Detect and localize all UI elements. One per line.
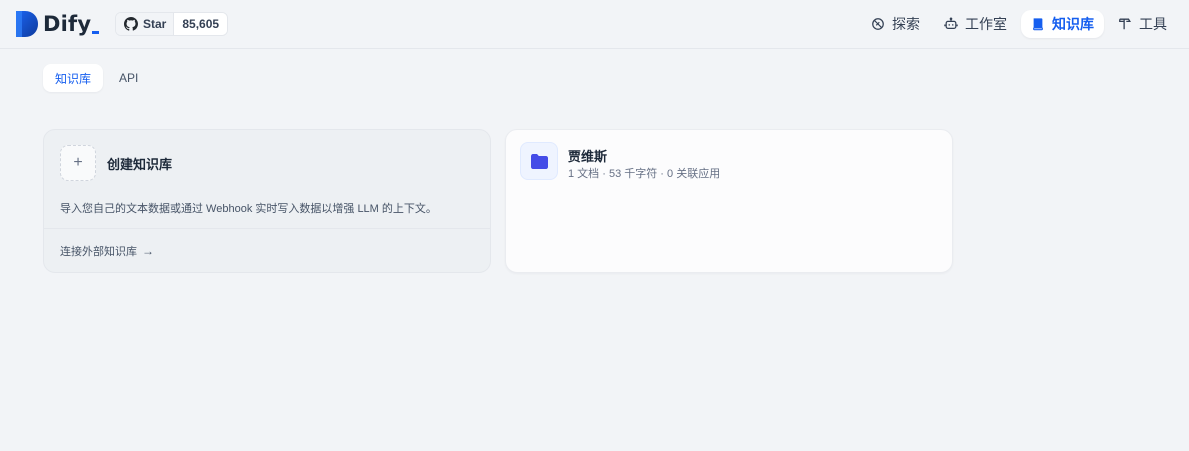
- dify-logo-icon: [16, 11, 38, 37]
- knowledge-tabs: 知识库 API: [43, 64, 150, 92]
- top-header: Dify Star 85,605 探索 工作室 知识库 工具: [0, 0, 1189, 49]
- dataset-icon-box: [520, 142, 558, 180]
- github-star-count[interactable]: 85,605: [174, 13, 228, 35]
- robot-icon: [944, 17, 958, 29]
- nav-item-label: 知识库: [1052, 16, 1094, 32]
- brand-name: Dify: [43, 12, 92, 36]
- nav-item-label: 工作室: [965, 16, 1007, 32]
- create-knowledge-description: 导入您自己的文本数据或通过 Webhook 实时写入数据以增强 LLM 的上下文…: [60, 203, 437, 215]
- dataset-name: 贾维斯: [568, 149, 608, 164]
- dify-logo[interactable]: Dify: [15, 11, 100, 37]
- nav-item-label: 工具: [1139, 16, 1167, 32]
- tab-knowledge[interactable]: 知识库: [43, 64, 104, 92]
- create-knowledge-button[interactable]: + 创建知识库: [60, 145, 172, 181]
- main-nav: 探索 工作室 知识库 工具: [861, 10, 1177, 38]
- nav-item-tools[interactable]: 工具: [1108, 10, 1177, 38]
- dataset-card[interactable]: 贾维斯 1 文档 · 53 千字符 · 0 关联应用: [505, 129, 953, 273]
- create-knowledge-title: 创建知识库: [107, 156, 173, 172]
- nav-item-studio[interactable]: 工作室: [934, 10, 1017, 38]
- explore-icon: [872, 18, 884, 30]
- connect-external-knowledge-link[interactable]: 连接外部知识库 →: [60, 243, 154, 259]
- github-star-button[interactable]: Star: [116, 13, 175, 35]
- github-icon: [124, 17, 138, 31]
- nav-item-label: 探索: [892, 16, 920, 32]
- github-star-badge[interactable]: Star 85,605: [115, 12, 229, 36]
- book-icon: [1033, 18, 1043, 31]
- dataset-meta: 1 文档 · 53 千字符 · 0 关联应用: [568, 168, 721, 180]
- create-knowledge-card: + 创建知识库 导入您自己的文本数据或通过 Webhook 实时写入数据以增强 …: [43, 129, 491, 273]
- hammer-icon: [1119, 18, 1131, 30]
- tab-api[interactable]: API: [107, 64, 150, 92]
- nav-item-knowledge[interactable]: 知识库: [1021, 10, 1104, 38]
- plus-icon: +: [60, 145, 96, 181]
- brand-dot: [92, 30, 100, 34]
- arrow-right-icon: →: [142, 244, 154, 258]
- nav-item-explore[interactable]: 探索: [861, 10, 930, 38]
- folder-icon: [530, 153, 548, 169]
- connect-external-label: 连接外部知识库: [60, 246, 137, 258]
- github-star-label: Star: [143, 17, 167, 31]
- divider: [44, 228, 490, 229]
